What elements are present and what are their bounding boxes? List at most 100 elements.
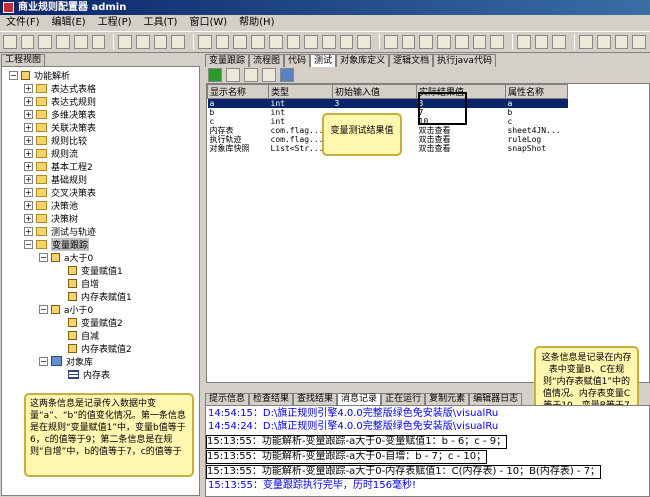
column-header[interactable]: 显示名称	[207, 84, 269, 99]
tab-editor-log[interactable]: 编辑器日志	[469, 393, 523, 405]
menu-project[interactable]: 工程(P)	[92, 15, 138, 31]
column-header[interactable]: 属性名称	[505, 84, 568, 99]
tree-node[interactable]: + 表达式规则	[24, 95, 96, 108]
tree-node[interactable]: + 表达式表格	[24, 82, 96, 95]
tree-node[interactable]: + 规则流	[24, 147, 78, 160]
tree-node[interactable]: 变量赋值1	[68, 264, 123, 277]
check-icon[interactable]	[472, 35, 487, 49]
plugin-icon[interactable]	[534, 35, 549, 49]
tree-node[interactable]: 变量赋值2	[68, 316, 123, 329]
rule-icon[interactable]	[384, 35, 398, 49]
tree-node[interactable]: + 决策池	[24, 199, 78, 212]
menu-edit[interactable]: 编辑(E)	[46, 15, 92, 31]
table-cell[interactable]: 对象库快照	[208, 144, 269, 153]
tree-node[interactable]: + 关联决策表	[24, 121, 96, 134]
table-row[interactable]: a int 3 3 a	[207, 98, 568, 108]
tab-message-log[interactable]: 消息记录	[337, 393, 382, 405]
checklist-icon[interactable]	[579, 35, 593, 49]
play-icon[interactable]	[596, 35, 611, 49]
find-icon[interactable]	[304, 35, 318, 49]
menu-tools[interactable]: 工具(T)	[138, 15, 184, 31]
expand-icon[interactable]: +	[24, 226, 33, 236]
open-folder-icon[interactable]	[20, 35, 35, 49]
print-icon[interactable]	[91, 35, 106, 49]
open-project-icon[interactable]	[38, 35, 53, 49]
expand-icon[interactable]: +	[24, 161, 33, 171]
tree-node-selected[interactable]: − 变量跟踪	[24, 237, 90, 251]
tab-test[interactable]: 测试	[310, 54, 337, 67]
tab-copy-elements[interactable]: 复制元素	[425, 393, 470, 405]
expand-icon[interactable]: +	[24, 213, 33, 223]
tree-node[interactable]: + 基础规则	[24, 173, 87, 186]
tree-node[interactable]: + 规则比较	[24, 134, 87, 147]
back-arrow-icon[interactable]	[153, 35, 168, 49]
tab-info[interactable]: 提示信息	[205, 393, 250, 405]
tree-node-root[interactable]: − 功能解析	[9, 69, 70, 82]
tree-node[interactable]: 内存表赋值1	[68, 290, 132, 303]
refresh-icon[interactable]	[262, 68, 276, 82]
collapse-icon[interactable]: −	[39, 252, 48, 262]
column-header[interactable]: 初始输入值	[332, 84, 417, 99]
compile-icon[interactable]	[490, 35, 504, 49]
undo-icon[interactable]	[118, 35, 132, 49]
save-all-icon[interactable]	[73, 35, 88, 49]
table-cell[interactable]: b	[506, 108, 568, 117]
tree-node[interactable]: 内存表赋值2	[68, 342, 132, 355]
table-cell[interactable]: b	[208, 108, 269, 117]
table-cell[interactable]: 双击查看	[417, 126, 506, 135]
tab-code[interactable]: 代码	[284, 54, 311, 67]
package-icon[interactable]	[454, 35, 469, 49]
tab-project-view[interactable]: 工程视图	[1, 54, 45, 66]
table-cell[interactable]: a	[207, 98, 269, 108]
new-file-icon[interactable]	[3, 35, 17, 49]
tree-icon[interactable]	[437, 35, 451, 49]
collapse-icon[interactable]: −	[39, 356, 48, 366]
table-icon[interactable]	[401, 35, 416, 49]
copy-icon[interactable]	[215, 35, 230, 49]
flow-icon[interactable]	[419, 35, 434, 49]
tree-node[interactable]: + 基本工程2	[24, 160, 93, 173]
table-cell[interactable]: c	[208, 117, 269, 126]
table-cell[interactable]: c	[506, 117, 568, 126]
table-cell[interactable]: snapShot	[506, 144, 568, 153]
edit-icon[interactable]	[268, 35, 283, 49]
config-icon[interactable]	[552, 35, 567, 49]
menu-file[interactable]: 文件(F)	[0, 15, 46, 31]
tab-java-code[interactable]: 执行java代码	[433, 54, 496, 67]
menu-help[interactable]: 帮助(H)	[233, 15, 280, 31]
play-icon[interactable]	[208, 68, 222, 82]
expand-icon[interactable]: +	[24, 200, 33, 210]
table-cell[interactable]: 执行轨迹	[208, 135, 269, 144]
expand-icon[interactable]: +	[24, 187, 33, 197]
replace-icon[interactable]	[321, 35, 336, 49]
tab-running[interactable]: 正在运行	[381, 393, 426, 405]
forward-arrow-icon[interactable]	[171, 35, 186, 49]
table-cell[interactable]: 双击查看	[417, 135, 506, 144]
menu-window[interactable]: 窗口(W)	[183, 15, 233, 31]
tree-node[interactable]: + 测试与轨迹	[24, 225, 96, 238]
column-header[interactable]: 类型	[268, 84, 333, 99]
table-cell[interactable]: 3	[332, 98, 417, 108]
table-cell[interactable]: sheet4JN...	[506, 126, 568, 135]
tab-flowchart[interactable]: 流程图	[249, 54, 285, 67]
paste-icon[interactable]	[233, 35, 248, 49]
tree-node[interactable]: 自增	[68, 277, 99, 290]
wand-icon[interactable]	[286, 35, 301, 49]
window-icon[interactable]	[614, 35, 629, 49]
tree-node[interactable]: 自减	[68, 329, 99, 342]
expand-icon[interactable]: +	[24, 135, 33, 145]
tools-icon[interactable]	[516, 35, 531, 49]
collapse-icon[interactable]: −	[24, 239, 33, 249]
tab-check-results[interactable]: 检查结果	[249, 393, 294, 405]
tab-object-library[interactable]: 对象库定义	[336, 54, 390, 67]
cut-icon[interactable]	[198, 35, 212, 49]
expand-icon[interactable]: +	[24, 148, 33, 158]
tree-node[interactable]: − 对象库	[39, 355, 93, 368]
tree-node[interactable]: 内存表	[68, 368, 110, 381]
table-cell[interactable]: a	[505, 98, 568, 108]
expand-icon[interactable]: +	[24, 96, 33, 106]
expand-icon[interactable]: +	[24, 174, 33, 184]
stop-icon[interactable]	[226, 68, 240, 82]
redo-icon[interactable]	[135, 35, 150, 49]
table-cell[interactable]: 双击查看	[417, 144, 506, 153]
